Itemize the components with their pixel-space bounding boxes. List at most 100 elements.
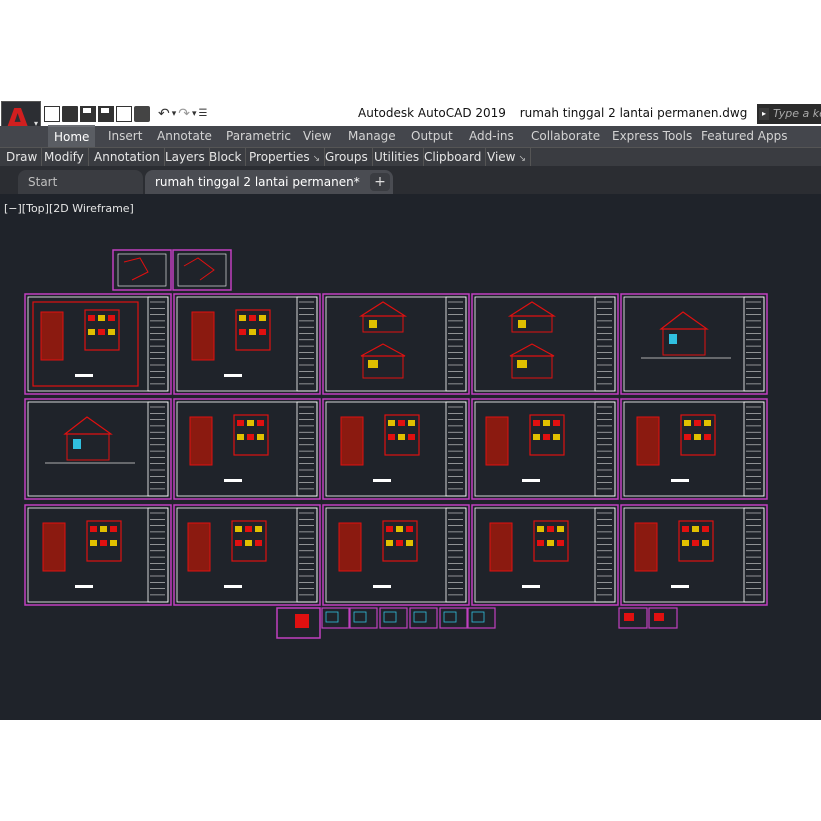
plan-room	[684, 420, 691, 426]
tab-active-drawing[interactable]: rumah tinggal 2 lantai permanen*✕	[145, 170, 393, 194]
plan-room	[543, 434, 550, 440]
tab-label: Start	[28, 175, 58, 189]
web-mobile-icon[interactable]	[116, 106, 132, 122]
tab-home[interactable]: Home	[48, 125, 96, 148]
plot-icon[interactable]	[134, 106, 150, 122]
plan-room	[406, 526, 413, 532]
open-icon[interactable]	[62, 106, 78, 122]
plan-room	[245, 540, 252, 546]
plan-caption	[671, 585, 689, 588]
plan-room	[704, 420, 711, 426]
panel-properties[interactable]: Properties ↘	[245, 148, 326, 166]
plan-room	[408, 420, 415, 426]
new-tab-button[interactable]: +	[370, 173, 390, 191]
plan-room	[90, 540, 97, 546]
plan-room	[386, 526, 393, 532]
tab-parametric[interactable]: Parametric	[220, 126, 297, 147]
plan-caption	[224, 374, 242, 377]
search-input[interactable]: ▸ Type a key	[757, 104, 821, 124]
plan-room	[100, 540, 107, 546]
save-icon[interactable]	[80, 106, 96, 122]
section-detail	[669, 334, 677, 344]
title-bar: A ▾ ↶ ▾ ↷ ▾ ☰ Autodesk AutoCAD 2019 ruma…	[0, 101, 821, 145]
panel-label: View	[487, 150, 516, 164]
panel-annotation[interactable]: Annotation	[90, 148, 165, 166]
plan-room	[245, 526, 252, 532]
autocad-window: A ▾ ↶ ▾ ↷ ▾ ☰ Autodesk AutoCAD 2019 ruma…	[0, 101, 821, 720]
plan-room	[237, 420, 244, 426]
panel-view[interactable]: View ↘	[483, 148, 532, 166]
detail-drawing	[295, 614, 309, 628]
panel-draw[interactable]: Draw	[2, 148, 43, 166]
detail-drawing	[654, 613, 664, 621]
plan-room	[108, 329, 115, 335]
plan-room	[406, 540, 413, 546]
plan-room	[110, 540, 117, 546]
save-as-icon[interactable]	[98, 106, 114, 122]
plan-block	[340, 416, 364, 466]
undo-icon[interactable]: ↶	[158, 106, 170, 122]
plan-room	[694, 434, 701, 440]
customize-icon[interactable]: ☰	[199, 106, 208, 122]
plan-caption	[522, 479, 540, 482]
plan-caption	[75, 585, 93, 588]
tab-output[interactable]: Output	[405, 126, 459, 147]
plan-block	[634, 522, 658, 572]
chevron-down-icon[interactable]: ▾	[192, 106, 197, 122]
panel-layers[interactable]: Layers	[161, 148, 210, 166]
small-sheet	[172, 249, 232, 291]
ribbon-tab-bar: Home Insert Annotate Parametric View Man…	[0, 125, 821, 148]
plan-room	[88, 329, 95, 335]
plan-room	[239, 315, 246, 321]
plan-room	[110, 526, 117, 532]
plan-room	[557, 540, 564, 546]
panel-label: Utilities	[374, 150, 420, 164]
tab-insert[interactable]: Insert	[102, 126, 148, 147]
plan-room	[537, 526, 544, 532]
chevron-right-icon[interactable]: ▸	[759, 108, 769, 120]
drawing-sheets[interactable]	[0, 194, 821, 720]
plan-room	[692, 526, 699, 532]
plan-room	[108, 315, 115, 321]
tab-express-tools[interactable]: Express Tools	[606, 126, 698, 147]
plan-room	[100, 526, 107, 532]
tab-view[interactable]: View	[297, 126, 337, 147]
tab-collaborate[interactable]: Collaborate	[525, 126, 606, 147]
panel-block[interactable]: Block	[205, 148, 247, 166]
panel-modify[interactable]: Modify	[40, 148, 89, 166]
plan-room	[533, 434, 540, 440]
search-placeholder: Type a key	[773, 107, 821, 120]
panel-label: Groups	[325, 150, 368, 164]
plan-room	[692, 540, 699, 546]
plan-caption	[224, 585, 242, 588]
plan-room	[682, 526, 689, 532]
plan-room	[543, 420, 550, 426]
tab-manage[interactable]: Manage	[342, 126, 402, 147]
window-elevation	[517, 360, 527, 368]
tab-featured-apps[interactable]: Featured Apps	[695, 126, 793, 147]
panel-clipboard[interactable]: Clipboard	[420, 148, 487, 166]
panel-expand-icon: ↘	[312, 154, 321, 164]
window-elevation	[368, 360, 378, 368]
plan-room	[235, 540, 242, 546]
app-name: Autodesk AutoCAD 2019	[358, 106, 506, 120]
plan-block	[636, 416, 660, 466]
plan-room	[682, 540, 689, 546]
panel-label: Block	[209, 150, 242, 164]
plan-room	[257, 420, 264, 426]
new-icon[interactable]	[44, 106, 60, 122]
tab-annotate[interactable]: Annotate	[151, 126, 218, 147]
redo-icon[interactable]: ↷	[178, 106, 190, 122]
plan-room	[704, 434, 711, 440]
plan-block	[191, 311, 215, 361]
ribbon-panel-bar: Draw Modify Annotation Layers Block Prop…	[0, 147, 821, 167]
panel-utilities[interactable]: Utilities	[370, 148, 425, 166]
panel-groups[interactable]: Groups	[321, 148, 373, 166]
tab-start[interactable]: Start	[18, 170, 143, 194]
plan-room	[98, 315, 105, 321]
drawing-area[interactable]: [−][Top][2D Wireframe]	[0, 194, 821, 720]
window-elevation	[369, 320, 377, 328]
tab-add-ins[interactable]: Add-ins	[463, 126, 520, 147]
chevron-down-icon[interactable]: ▾	[172, 106, 177, 122]
plan-caption	[75, 374, 93, 377]
